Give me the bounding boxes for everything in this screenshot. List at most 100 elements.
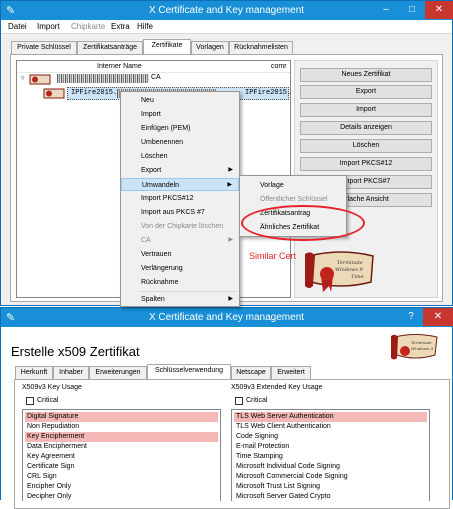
tab-extensions[interactable]: Erweiterungen: [89, 366, 147, 379]
submenu-item-template[interactable]: Vorlage: [240, 179, 346, 192]
menu-item-ca: CA ▶: [121, 234, 239, 247]
key-usage-title: X509v3 Key Usage: [22, 384, 82, 391]
annotation-ellipse: [241, 205, 365, 241]
help-button[interactable]: ?: [399, 308, 423, 326]
submenu-item-public-key: Öffentlicher Schlüssel: [260, 196, 328, 203]
menu-datei[interactable]: Datei: [8, 22, 27, 31]
import-button[interactable]: Import: [300, 103, 432, 117]
delete-button[interactable]: Löschen: [300, 139, 432, 153]
xca-logo: Terminate Windows 9 Time: [305, 251, 374, 292]
chevron-right-icon: ▶: [228, 296, 233, 302]
menu-chipkarte[interactable]: Chipkarte: [71, 22, 105, 31]
list-item[interactable]: Microsoft Trust List Signing: [234, 482, 427, 492]
menu-separator: [139, 291, 237, 292]
tab-revocation-lists[interactable]: Rücknahmelisten: [229, 41, 293, 54]
tab-origin[interactable]: Herkunft: [15, 366, 53, 379]
menu-item-columns[interactable]: Spalten ▶: [121, 293, 239, 306]
tab-private-keys[interactable]: Private Schlüssel: [11, 41, 77, 54]
list-item[interactable]: Time Stamping: [234, 452, 427, 462]
tab-key-usage[interactable]: Schlüsselverwendung: [147, 364, 231, 379]
row-name-label: CA: [151, 74, 161, 81]
svg-text:Time: Time: [351, 274, 364, 280]
list-item[interactable]: Non Repudiation: [25, 422, 218, 432]
menu-item-import[interactable]: Import: [121, 108, 239, 121]
close-button[interactable]: ✕: [425, 1, 453, 19]
key-usage-critical-label: Critical: [37, 397, 59, 404]
export-button[interactable]: Export: [300, 85, 432, 99]
menu-import[interactable]: Import: [37, 22, 60, 31]
list-item[interactable]: TLS Web Server Authentication: [234, 412, 427, 422]
tab-netscape[interactable]: Netscape: [231, 366, 271, 379]
tab-requests[interactable]: Zertifikatsanträge: [77, 41, 143, 54]
key-usage-critical-checkbox[interactable]: [26, 397, 34, 405]
tab-advanced[interactable]: Erweitert: [271, 366, 311, 379]
column-comment[interactable]: comr: [271, 63, 287, 70]
maximize-button[interactable]: □: [399, 1, 425, 19]
tab-templates[interactable]: Vorlagen: [191, 41, 229, 54]
menu-item-transform[interactable]: Umwandeln ▶: [121, 178, 239, 191]
svg-text:Terminate: Terminate: [411, 340, 432, 345]
list-item[interactable]: E-mail Protection: [234, 442, 427, 452]
dialog-heading: Erstelle x509 Zertifikat: [11, 344, 140, 359]
menu-item-renewal[interactable]: Verlängerung: [121, 262, 239, 275]
show-details-button[interactable]: Details anzeigen: [300, 121, 432, 135]
minimize-button[interactable]: –: [373, 1, 399, 19]
expand-icon[interactable]: ▿: [21, 74, 25, 82]
list-item[interactable]: Decipher Only: [25, 492, 218, 502]
key-usage-list[interactable]: Digital Signature Non Repudiation Key En…: [22, 409, 221, 501]
menu-item-columns-label: Spalten: [141, 296, 165, 303]
list-item[interactable]: TLS Web Client Authentication: [234, 422, 427, 432]
menu-item-paste-pem[interactable]: Einfügen (PEM): [121, 122, 239, 135]
list-item[interactable]: Microsoft Commercial Code Signing: [234, 472, 427, 482]
tab-subject[interactable]: Inhaber: [53, 366, 89, 379]
list-item[interactable]: Encipher Only: [25, 482, 218, 492]
menu-extra[interactable]: Extra: [111, 22, 130, 31]
menu-item-new[interactable]: Neu: [121, 94, 239, 107]
top-window: ✎ X Certificate and Key management – □ ✕…: [0, 0, 453, 307]
title-bar: ✎ X Certificate and Key management – □ ✕: [1, 1, 453, 20]
import-pkcs12-button[interactable]: Import PKCS#12: [300, 157, 432, 171]
tab-certificates[interactable]: Zertifikate: [143, 39, 191, 54]
certificate-icon: [29, 74, 51, 85]
list-item[interactable]: CRL Sign: [25, 472, 218, 482]
extended-key-usage-title: X509v3 Extended Key Usage: [231, 384, 323, 391]
menu-hilfe[interactable]: Hilfe: [137, 22, 153, 31]
certificate-icon: [43, 88, 65, 99]
extended-key-usage-list[interactable]: TLS Web Server Authentication TLS Web Cl…: [231, 409, 430, 501]
new-certificate-button[interactable]: Neues Zertifikat: [300, 68, 432, 82]
menu-item-export[interactable]: Export ▶: [121, 164, 239, 177]
list-item[interactable]: Code Signing: [234, 432, 427, 442]
list-item[interactable]: Microsoft Server Gated Crypto: [234, 492, 427, 502]
menu-bar: Datei Import Chipkarte Extra Hilfe: [1, 20, 452, 34]
svg-text:Windows 9: Windows 9: [411, 346, 434, 351]
list-item[interactable]: Digital Signature: [25, 412, 218, 422]
menu-item-import-pkcs7[interactable]: Import aus PKCS #7: [121, 206, 239, 219]
menu-item-import-pkcs12[interactable]: Import PKCS#12: [121, 192, 239, 205]
extended-key-usage-critical-checkbox[interactable]: [235, 397, 243, 405]
svg-text:Terminate: Terminate: [337, 260, 363, 266]
list-item[interactable]: Microsoft Individual Code Signing: [234, 462, 427, 472]
context-menu: Neu Import Einfügen (PEM) Umbenennen Lös…: [120, 91, 240, 307]
table-row[interactable]: ▿ CA: [21, 73, 289, 85]
chevron-right-icon: ▶: [228, 167, 233, 173]
column-internal-name[interactable]: Interner Name: [97, 63, 142, 70]
list-item[interactable]: Key Encipherment: [25, 432, 218, 442]
menu-item-delete-from-card: Von der Chipkarte löschen: [141, 223, 224, 230]
menu-item-rename[interactable]: Umbenennen: [121, 136, 239, 149]
close-button[interactable]: ✕: [423, 308, 453, 326]
menu-item-transform-label: Umwandeln: [142, 182, 179, 189]
extended-key-usage-critical-label: Critical: [246, 397, 268, 404]
menu-item-trust[interactable]: Vertrauen: [121, 248, 239, 261]
list-item[interactable]: Data Encipherment: [25, 442, 218, 452]
list-item[interactable]: Certificate Sign: [25, 462, 218, 472]
list-item[interactable]: Key Agreement: [25, 452, 218, 462]
title-bar: ✎ X Certificate and Key management ? ✕: [1, 308, 453, 327]
bottom-window: ✎ X Certificate and Key management ? ✕ E…: [0, 307, 453, 509]
xca-logo: Terminate Windows 9: [391, 334, 438, 360]
redacted-name: [57, 74, 149, 83]
chevron-right-icon: ▶: [227, 182, 232, 188]
svg-text:Windows 9: Windows 9: [335, 267, 364, 273]
menu-item-delete[interactable]: Löschen: [121, 150, 239, 163]
menu-item-revocation[interactable]: Rücknahme: [121, 276, 239, 289]
menu-item-ca-label: CA: [141, 237, 151, 244]
